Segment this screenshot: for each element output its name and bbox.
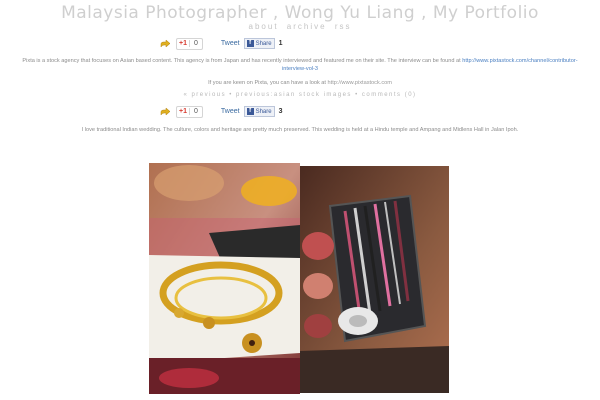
gplus-label: +1: [177, 108, 189, 115]
post-paragraph-2: If you are keen on Pixta, you can have a…: [0, 79, 600, 87]
post-navigation[interactable]: « previous • previous:asian stock images…: [0, 92, 600, 98]
nav-archive[interactable]: archive: [287, 22, 327, 31]
post-paragraph-1: Pixta is a stock agency that focuses on …: [12, 57, 588, 73]
jewelry-photo-image: [149, 163, 300, 394]
share-arrow-icon[interactable]: [160, 39, 171, 48]
facebook-icon: f: [246, 40, 254, 47]
gplus-count: 0: [188, 108, 202, 115]
facebook-icon: f: [246, 108, 254, 115]
page-title[interactable]: Malaysia Photographer , Wong Yu Liang , …: [0, 3, 600, 23]
facebook-share-label: Share: [255, 40, 272, 47]
facebook-share-label: Share: [255, 108, 272, 115]
post-text-2: If you are keen on Pixta, you can have a…: [208, 80, 326, 86]
share-bar-1: +1 0 Tweet f Share 1: [160, 37, 283, 50]
top-nav: about archive rss: [0, 22, 600, 31]
tweet-button[interactable]: Tweet: [221, 40, 240, 47]
share-arrow-icon[interactable]: [160, 107, 171, 116]
nav-rss[interactable]: rss: [335, 22, 352, 31]
facebook-share-button[interactable]: f Share: [243, 38, 275, 49]
share-bar-2: +1 0 Tweet f Share 3: [160, 105, 283, 118]
photo-makeup-kit[interactable]: [300, 166, 449, 393]
nav-about[interactable]: about: [249, 22, 279, 31]
facebook-share-count: 1: [278, 40, 283, 47]
gplus-button[interactable]: +1 0: [176, 105, 203, 118]
post-text-1: Pixta is a stock agency that focuses on …: [22, 58, 461, 64]
tweet-button[interactable]: Tweet: [221, 108, 240, 115]
photo-gold-jewelry[interactable]: [149, 163, 300, 394]
gplus-button[interactable]: +1 0: [176, 37, 203, 50]
facebook-share-count: 3: [278, 108, 283, 115]
pixta-link[interactable]: http://www.pixtastock.com: [328, 80, 392, 86]
gplus-count: 0: [188, 40, 202, 47]
gplus-label: +1: [177, 40, 189, 47]
makeup-photo-image: [300, 166, 449, 393]
post-paragraph-3: I love traditional Indian wedding. The c…: [81, 127, 519, 133]
facebook-share-button[interactable]: f Share: [243, 106, 275, 117]
